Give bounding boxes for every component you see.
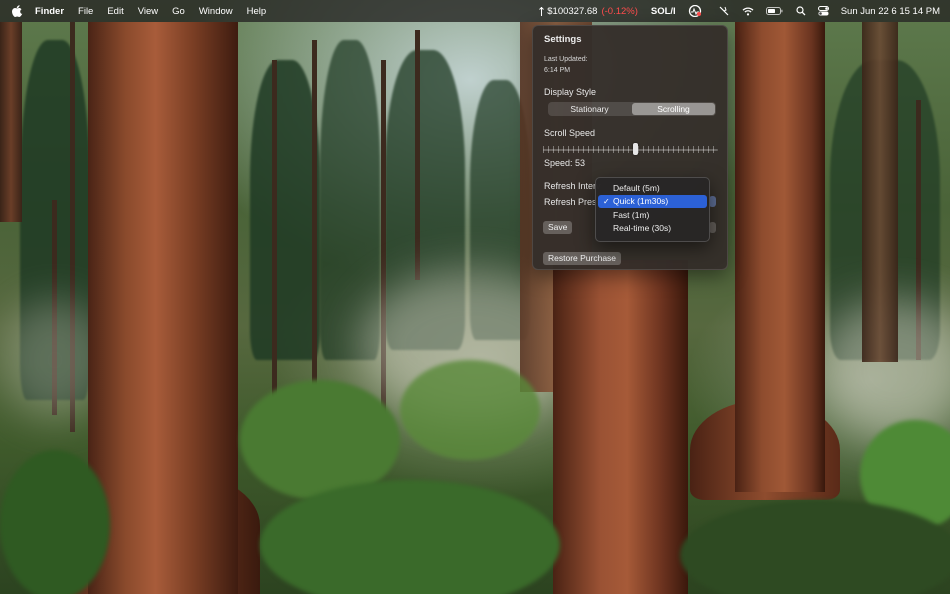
ticker-price: $100327.68	[547, 5, 598, 17]
last-updated-label: Last Updated:	[544, 56, 588, 63]
last-updated-time: 6:14 PM	[544, 67, 571, 74]
restore-purchase-button[interactable]: Restore Purchase	[543, 252, 622, 265]
menu-go[interactable]: Go	[172, 6, 185, 17]
settings-title: Settings	[544, 34, 582, 45]
refresh-preset-label: Refresh Prese	[544, 197, 602, 207]
scroll-speed-label: Scroll Speed	[544, 128, 596, 138]
menu-option-label: Fast (1m)	[613, 209, 650, 220]
refresh-preset-popup[interactable]	[709, 196, 716, 207]
battery-icon[interactable]	[765, 7, 783, 15]
refresh-interval-label: Refresh Interv	[544, 181, 601, 191]
slider-thumb[interactable]	[633, 143, 639, 155]
checkmark-icon: ✓	[603, 196, 610, 206]
menu-option-label: Real-time (30s)	[613, 223, 672, 234]
secondary-popup[interactable]	[709, 222, 716, 233]
menu-help[interactable]: Help	[247, 6, 267, 17]
trend-icon	[539, 6, 545, 16]
display-style-label: Display Style	[544, 87, 597, 97]
ticker-symbol[interactable]: SOL/I	[651, 6, 676, 17]
search-icon[interactable]	[796, 6, 806, 16]
price-ticker[interactable]: $100327.68 (-0.12%)	[539, 6, 638, 17]
menu-option-default[interactable]: Default (5m)	[598, 181, 707, 195]
menu-option-quick[interactable]: ✓ Quick (1m30s)	[598, 194, 707, 208]
status-area: $100327.68 (-0.12%) SOL/I Sun Jun 22 6 1…	[539, 0, 950, 22]
display-style-control: Stationary Scrolling	[548, 102, 716, 116]
menu-edit[interactable]: Edit	[107, 6, 123, 17]
apple-icon[interactable]	[12, 5, 24, 17]
menu-clock[interactable]: Sun Jun 22 6 15 14 PM	[841, 6, 940, 17]
desktop-wallpaper	[0, 0, 950, 594]
menu-file[interactable]: File	[78, 6, 93, 17]
refresh-interval-menu: Default (5m) ✓ Quick (1m30s) Fast (1m) R…	[595, 177, 710, 242]
save-button[interactable]: Save	[543, 221, 573, 234]
menu-option-realtime[interactable]: Real-time (30s)	[598, 222, 707, 236]
activity-icon[interactable]	[688, 5, 702, 17]
ticker-change: (-0.12%)	[601, 5, 638, 17]
segment-scrolling[interactable]: Scrolling	[632, 103, 715, 115]
menu-option-fast[interactable]: Fast (1m)	[598, 208, 707, 222]
speed-readout: Speed: 53	[544, 158, 586, 168]
mute-icon[interactable]	[719, 6, 729, 16]
menu-window[interactable]: Window	[199, 6, 233, 17]
menu-app-name[interactable]: Finder	[35, 6, 64, 17]
segment-stationary[interactable]: Stationary	[548, 102, 631, 116]
slider-ticks	[543, 146, 718, 153]
menu-bar: Finder File Edit View Go Window Help $10…	[0, 0, 950, 22]
scroll-speed-slider[interactable]	[543, 142, 718, 158]
wifi-icon[interactable]	[742, 6, 754, 16]
menu-view[interactable]: View	[138, 6, 158, 17]
control-center-icon[interactable]	[817, 6, 829, 16]
menu-option-label: Default (5m)	[613, 182, 660, 193]
menu-option-label: Quick (1m30s)	[613, 196, 669, 207]
